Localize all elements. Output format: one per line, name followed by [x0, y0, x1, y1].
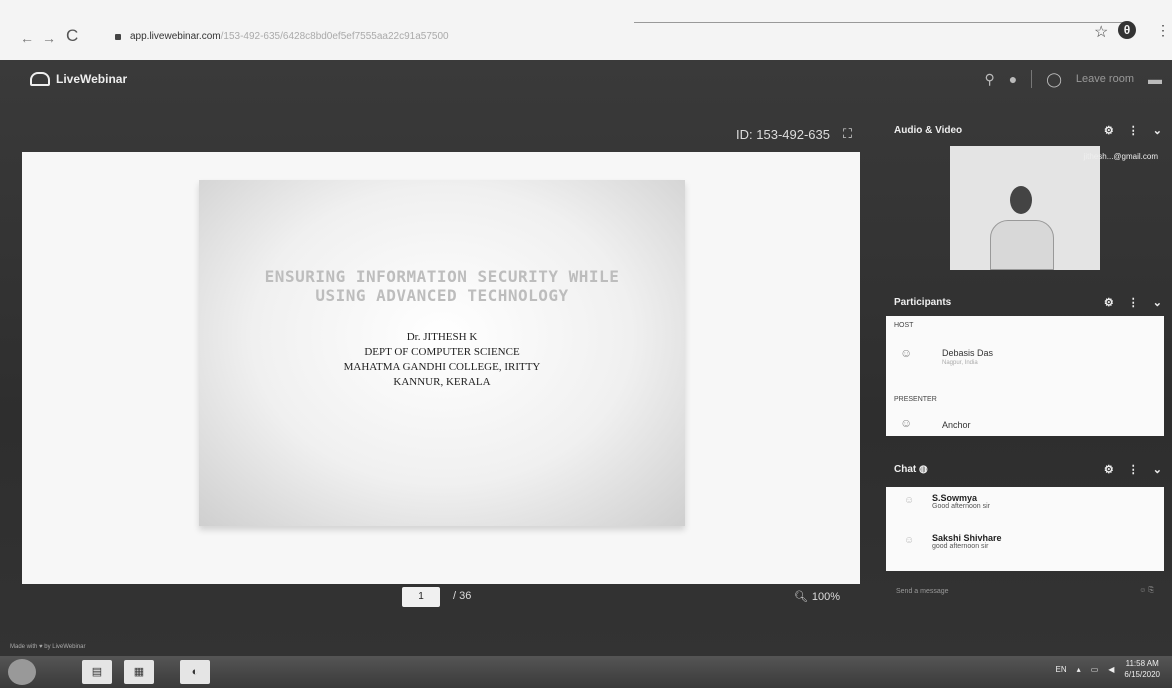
- host-label: HOST: [894, 322, 914, 329]
- chat-title: Chat: [894, 463, 917, 475]
- logo-text: LiveWebinar: [56, 72, 128, 86]
- volume-icon[interactable]: ◀: [1108, 665, 1114, 674]
- tray-expand-icon[interactable]: ▴: [1077, 665, 1081, 674]
- message-author: S.Sowmya: [932, 493, 978, 503]
- more-icon[interactable]: ⋮: [1128, 124, 1139, 137]
- collapse-icon[interactable]: ⌄: [1153, 124, 1162, 137]
- zoom-level: 100%: [811, 590, 840, 603]
- chat-messages[interactable]: ☺ S.Sowmya Good afternoon sir ☺ Sakshi S…: [886, 487, 1164, 571]
- presentation-stage: ENSURING INFORMATION SECURITY WHILE USIN…: [22, 152, 860, 584]
- participants-title: Participants: [894, 296, 952, 308]
- network-tray-icon[interactable]: ▭: [1091, 665, 1099, 674]
- language-indicator[interactable]: EN: [1056, 665, 1067, 674]
- presentation-header: ID: 153-492-635 ⛶: [22, 122, 860, 152]
- participants-list[interactable]: HOST ☺ Debasis Das Nagpur, India PRESENT…: [886, 316, 1164, 436]
- zoom-icon: 🔍︎: [793, 591, 808, 603]
- account-icon[interactable]: θ: [1118, 21, 1136, 39]
- fullscreen-icon[interactable]: ⛶: [843, 126, 852, 142]
- clock-date: 6/15/2020: [1124, 670, 1160, 679]
- header-actions: ⚲ ● ◯ Leave room ▬: [985, 70, 1162, 88]
- url-host: app.livewebinar.com: [130, 31, 221, 42]
- url-path: /153-492-635/6428c8bd0ef5ef7555aa22c91a5…: [220, 31, 449, 42]
- chat-message: Sakshi Shivhare good afternoon sir: [932, 533, 1002, 550]
- audio-video-title: Audio & Video: [894, 124, 963, 136]
- start-button[interactable]: [8, 659, 36, 685]
- logo-mark-icon: [30, 72, 50, 86]
- address-bar[interactable]: app.livewebinar.com/153-492-635/6428c8bd…: [130, 31, 449, 42]
- video-feed: [950, 146, 1100, 270]
- slide-pager: 1 / 36 🔍︎ 100%: [22, 584, 860, 620]
- power-icon[interactable]: ◯: [1046, 71, 1062, 88]
- participants-header: Participants ⚙ ⋮ ⌄: [886, 288, 1170, 316]
- page-total: / 36: [453, 590, 472, 602]
- settings-icon[interactable]: ⚙: [1104, 463, 1114, 476]
- system-clock[interactable]: 11:58 AM 6/15/2020: [1124, 658, 1160, 680]
- audio-video-header: Audio & Video ⚙ ⋮ ⌄: [886, 116, 1170, 144]
- emoji-icon[interactable]: ☺: [1139, 587, 1146, 594]
- slide-location: KANNUR, KERALA: [393, 376, 491, 388]
- app-header: LiveWebinar ⚲ ● ◯ Leave room ▬: [0, 60, 1172, 106]
- settings-icon[interactable]: ⚙: [1104, 124, 1114, 137]
- attach-icon[interactable]: ⎘: [1148, 587, 1154, 594]
- presenter-name[interactable]: Anchor: [942, 420, 971, 430]
- host-location: Nagpur, India: [942, 360, 978, 366]
- leave-room-button[interactable]: Leave room: [1076, 73, 1134, 85]
- chat-input-row: Send a message ☺ ⎘: [886, 573, 1164, 609]
- slide: ENSURING INFORMATION SECURITY WHILE USIN…: [199, 180, 685, 526]
- user-avatar-icon: ☺: [900, 416, 913, 430]
- settings-icon[interactable]: ⚙: [1104, 296, 1114, 309]
- meeting-id: ID: 153-492-635: [736, 127, 830, 142]
- collapse-icon[interactable]: ⌄: [1153, 296, 1162, 309]
- user-icon: ☺: [904, 495, 915, 506]
- message-text: good afternoon sir: [932, 543, 989, 550]
- os-taskbar: ▤ ▦ ◐ EN ▴ ▭ ◀ 11:58 AM 6/15/2020: [0, 656, 1172, 688]
- globe-icon[interactable]: ◍: [919, 464, 928, 475]
- back-icon[interactable]: ←: [20, 30, 34, 46]
- presenter-body: [990, 220, 1054, 270]
- reload-icon[interactable]: C: [66, 26, 78, 46]
- taskbar-app-chrome[interactable]: ◐: [180, 660, 210, 684]
- chat-panel: Chat ◍ ⚙ ⋮ ⌄ ☺ S.Sowmya Good afternoon s…: [886, 455, 1170, 655]
- layout-icon[interactable]: ▬: [1148, 71, 1162, 87]
- info-icon[interactable]: ●: [1009, 71, 1017, 87]
- slide-presenter: Dr. JITHESH K: [406, 331, 478, 343]
- forward-icon[interactable]: →: [42, 30, 56, 46]
- page-number-input[interactable]: 1: [402, 587, 440, 607]
- more-icon[interactable]: ⋮: [1128, 296, 1139, 309]
- slide-department: DEPT OF COMPUTER SCIENCE: [364, 346, 520, 358]
- made-with-footer[interactable]: Made with ♥ by LiveWebinar: [10, 644, 86, 650]
- network-icon[interactable]: ⚲: [985, 71, 995, 88]
- collapse-icon[interactable]: ⌄: [1153, 463, 1162, 476]
- chrome-divider: [634, 22, 1124, 23]
- bookmark-star-icon[interactable]: ☆: [1094, 22, 1108, 42]
- message-author: Sakshi Shivhare: [932, 533, 1002, 543]
- webinar-app: LiveWebinar ⚲ ● ◯ Leave room ▬ ID: 153-4…: [0, 60, 1172, 656]
- chat-input[interactable]: Send a message: [896, 588, 949, 595]
- chat-message: S.Sowmya Good afternoon sir: [932, 493, 990, 510]
- host-name[interactable]: Debasis Das: [942, 348, 993, 358]
- presenter-face: [1010, 186, 1032, 214]
- slide-title-line1: ENSURING INFORMATION SECURITY WHILE: [264, 267, 620, 286]
- browser-chrome: ← → C app.livewebinar.com/153-492-635/64…: [0, 0, 1172, 60]
- browser-menu-icon[interactable]: ⋮: [1156, 22, 1170, 39]
- message-text: Good afternoon sir: [932, 503, 990, 510]
- user-avatar-icon: ☺: [900, 346, 913, 360]
- zoom-control[interactable]: 🔍︎ 100%: [793, 590, 840, 604]
- taskbar-app-docs[interactable]: ▦: [124, 660, 154, 684]
- more-icon[interactable]: ⋮: [1128, 463, 1139, 476]
- presenter-label: PRESENTER: [894, 396, 937, 403]
- lock-icon: [115, 34, 121, 40]
- system-tray: EN ▴ ▭ ◀ 11:58 AM 6/15/2020: [1056, 658, 1160, 680]
- slide-title-line2: USING ADVANCED TECHNOLOGY: [315, 286, 569, 305]
- chat-header: Chat ◍ ⚙ ⋮ ⌄: [886, 455, 1170, 483]
- livewebinar-logo[interactable]: LiveWebinar: [30, 72, 127, 86]
- taskbar-app-explorer[interactable]: ▤: [82, 660, 112, 684]
- slide-college: MAHATMA GANDHI COLLEGE, IRITTY: [343, 361, 541, 373]
- slide-title: ENSURING INFORMATION SECURITY WHILE USIN…: [199, 267, 685, 305]
- slide-body: Dr. JITHESH K DEPT OF COMPUTER SCIENCE M…: [199, 330, 685, 390]
- user-icon: ☺: [904, 535, 915, 546]
- header-divider: [1031, 70, 1033, 88]
- presenter-email: jithesh...@gmail.com: [1083, 152, 1158, 161]
- clock-time: 11:58 AM: [1125, 659, 1159, 668]
